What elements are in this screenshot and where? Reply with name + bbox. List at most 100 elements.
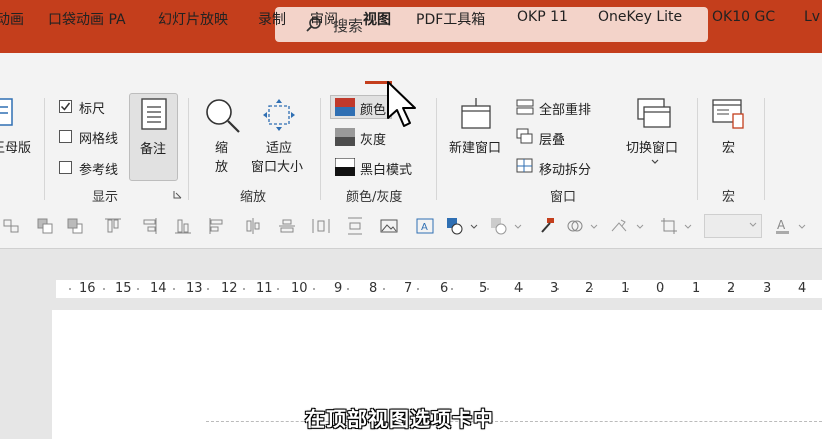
- new-window-icon: [461, 98, 491, 129]
- tab-record[interactable]: 录制: [258, 9, 286, 29]
- rotate-icon[interactable]: [610, 217, 628, 235]
- ruler-number: 10: [291, 281, 308, 296]
- group-separator: [188, 98, 189, 200]
- arrange-all-icon: [516, 99, 534, 115]
- color-icon: [335, 98, 355, 116]
- dialog-launcher-icon[interactable]: [173, 190, 182, 199]
- ruler-number: 12: [221, 281, 238, 296]
- svg-text:A: A: [777, 218, 786, 232]
- tab-onekey-lite[interactable]: OneKey Lite: [598, 9, 682, 25]
- chevron-down-icon[interactable]: [514, 217, 522, 235]
- chevron-down-icon[interactable]: [636, 217, 644, 235]
- macro-group-label: 宏: [722, 190, 736, 205]
- bring-forward-icon[interactable]: [66, 217, 84, 235]
- tab-okp[interactable]: OKP 11: [517, 9, 568, 25]
- guides-checkbox[interactable]: [59, 161, 72, 174]
- color-group-label: 颜色/灰度: [346, 190, 403, 205]
- color-label: 颜色: [360, 103, 387, 118]
- new-window-button[interactable]: 新建窗口: [449, 137, 501, 156]
- text-box-icon[interactable]: A: [416, 217, 434, 235]
- switch-windows-icon: [637, 98, 671, 128]
- slide-master-icon: [0, 98, 13, 126]
- ungroup-icon[interactable]: [2, 217, 20, 235]
- ruler-number: 0: [656, 281, 665, 296]
- fit-to-window-icon: [263, 99, 295, 131]
- chevron-down-icon[interactable]: [749, 222, 757, 228]
- notes-label: 备注: [140, 142, 167, 157]
- ruler-label: 标尺: [79, 102, 106, 117]
- mouse-cursor-icon: [387, 81, 416, 127]
- ruler-number: 14: [150, 281, 167, 296]
- ruler-number: 4: [798, 281, 807, 296]
- tab-review[interactable]: 审阅: [310, 9, 338, 29]
- chevron-down-icon[interactable]: [470, 217, 478, 235]
- ruler-checkbox[interactable]: [59, 100, 72, 113]
- cascade-icon: [516, 128, 533, 144]
- shape-fill-icon[interactable]: [446, 217, 464, 235]
- align-left-icon[interactable]: [208, 217, 226, 235]
- chevron-down-icon[interactable]: [590, 217, 598, 235]
- fit-window-label-line2[interactable]: 窗口大小: [251, 156, 303, 175]
- gridlines-checkbox[interactable]: [59, 130, 72, 143]
- distribute-vertical-icon[interactable]: [346, 217, 364, 235]
- guides-label: 参考线: [79, 163, 119, 178]
- chevron-down-icon[interactable]: [651, 159, 659, 165]
- fit-window-label-line1[interactable]: 适应: [266, 137, 292, 156]
- send-backward-icon[interactable]: [36, 217, 54, 235]
- font-color-icon[interactable]: A: [774, 217, 792, 235]
- align-top-icon[interactable]: [104, 217, 122, 235]
- grayscale-icon: [335, 128, 355, 146]
- black-white-button[interactable]: 黑白模式: [360, 159, 412, 178]
- picture-icon[interactable]: [380, 217, 398, 235]
- macro-button[interactable]: 宏: [722, 137, 735, 156]
- ruler-number: 1: [692, 281, 701, 296]
- grayscale-button[interactable]: 灰度: [360, 129, 386, 148]
- tab-view[interactable]: 视图: [363, 9, 391, 29]
- window-group-label: 窗口: [550, 190, 577, 205]
- zoom-icon: [206, 99, 240, 133]
- zoom-label-line2[interactable]: 放: [215, 156, 228, 175]
- arrange-all-button[interactable]: 全部重排: [539, 99, 591, 118]
- switch-windows-button[interactable]: 切换窗口: [626, 137, 678, 156]
- align-center-icon[interactable]: [244, 217, 262, 235]
- crop-icon[interactable]: [660, 217, 678, 235]
- tab-animations[interactable]: 动画: [0, 9, 24, 29]
- chevron-down-icon[interactable]: [684, 217, 692, 235]
- tab-slideshow[interactable]: 幻灯片放映: [158, 9, 228, 29]
- tab-pdf-tools[interactable]: PDF工具箱: [416, 9, 485, 29]
- distribute-horizontal-icon[interactable]: [312, 217, 330, 235]
- move-split-icon: [516, 158, 533, 173]
- align-middle-icon[interactable]: [278, 217, 296, 235]
- tab-pocket-animation[interactable]: 口袋动画 PA: [48, 9, 126, 29]
- ruler-number: 2: [727, 281, 736, 296]
- slide-master-button[interactable]: 王母版: [0, 137, 31, 156]
- zoom-label-line1[interactable]: 缩: [215, 137, 228, 156]
- align-bottom-icon[interactable]: [174, 217, 192, 235]
- notes-icon: [141, 98, 167, 130]
- group-separator: [764, 98, 765, 200]
- merge-shapes-icon[interactable]: [566, 217, 584, 235]
- shape-outline-icon[interactable]: [490, 217, 508, 235]
- ruler-number: 9: [334, 281, 343, 296]
- tab-ok10-gc[interactable]: OK10 GC: [712, 9, 775, 25]
- ruler-number: 5: [479, 281, 488, 296]
- group-separator: [436, 98, 437, 200]
- cascade-button[interactable]: 层叠: [539, 129, 565, 148]
- check-icon: [60, 102, 71, 111]
- tab-lv[interactable]: Lv: [804, 9, 820, 25]
- ruler-number: 6: [440, 281, 449, 296]
- video-subtitle: 在顶部视图选项卡中: [305, 407, 494, 431]
- horizontal-ruler: [56, 280, 822, 298]
- align-right-icon[interactable]: [140, 217, 158, 235]
- svg-text:A: A: [421, 222, 428, 233]
- ruler-number: 3: [763, 281, 772, 296]
- gridlines-label: 网格线: [79, 132, 119, 147]
- group-separator: [320, 98, 321, 200]
- ruler-number: 2: [585, 281, 594, 296]
- move-split-button[interactable]: 移动拆分: [539, 159, 591, 178]
- chevron-down-icon[interactable]: [798, 217, 806, 235]
- format-painter-icon[interactable]: [538, 217, 556, 235]
- quick-toolbar: [0, 205, 822, 249]
- ruler-number: 4: [514, 281, 523, 296]
- group-separator: [44, 98, 45, 200]
